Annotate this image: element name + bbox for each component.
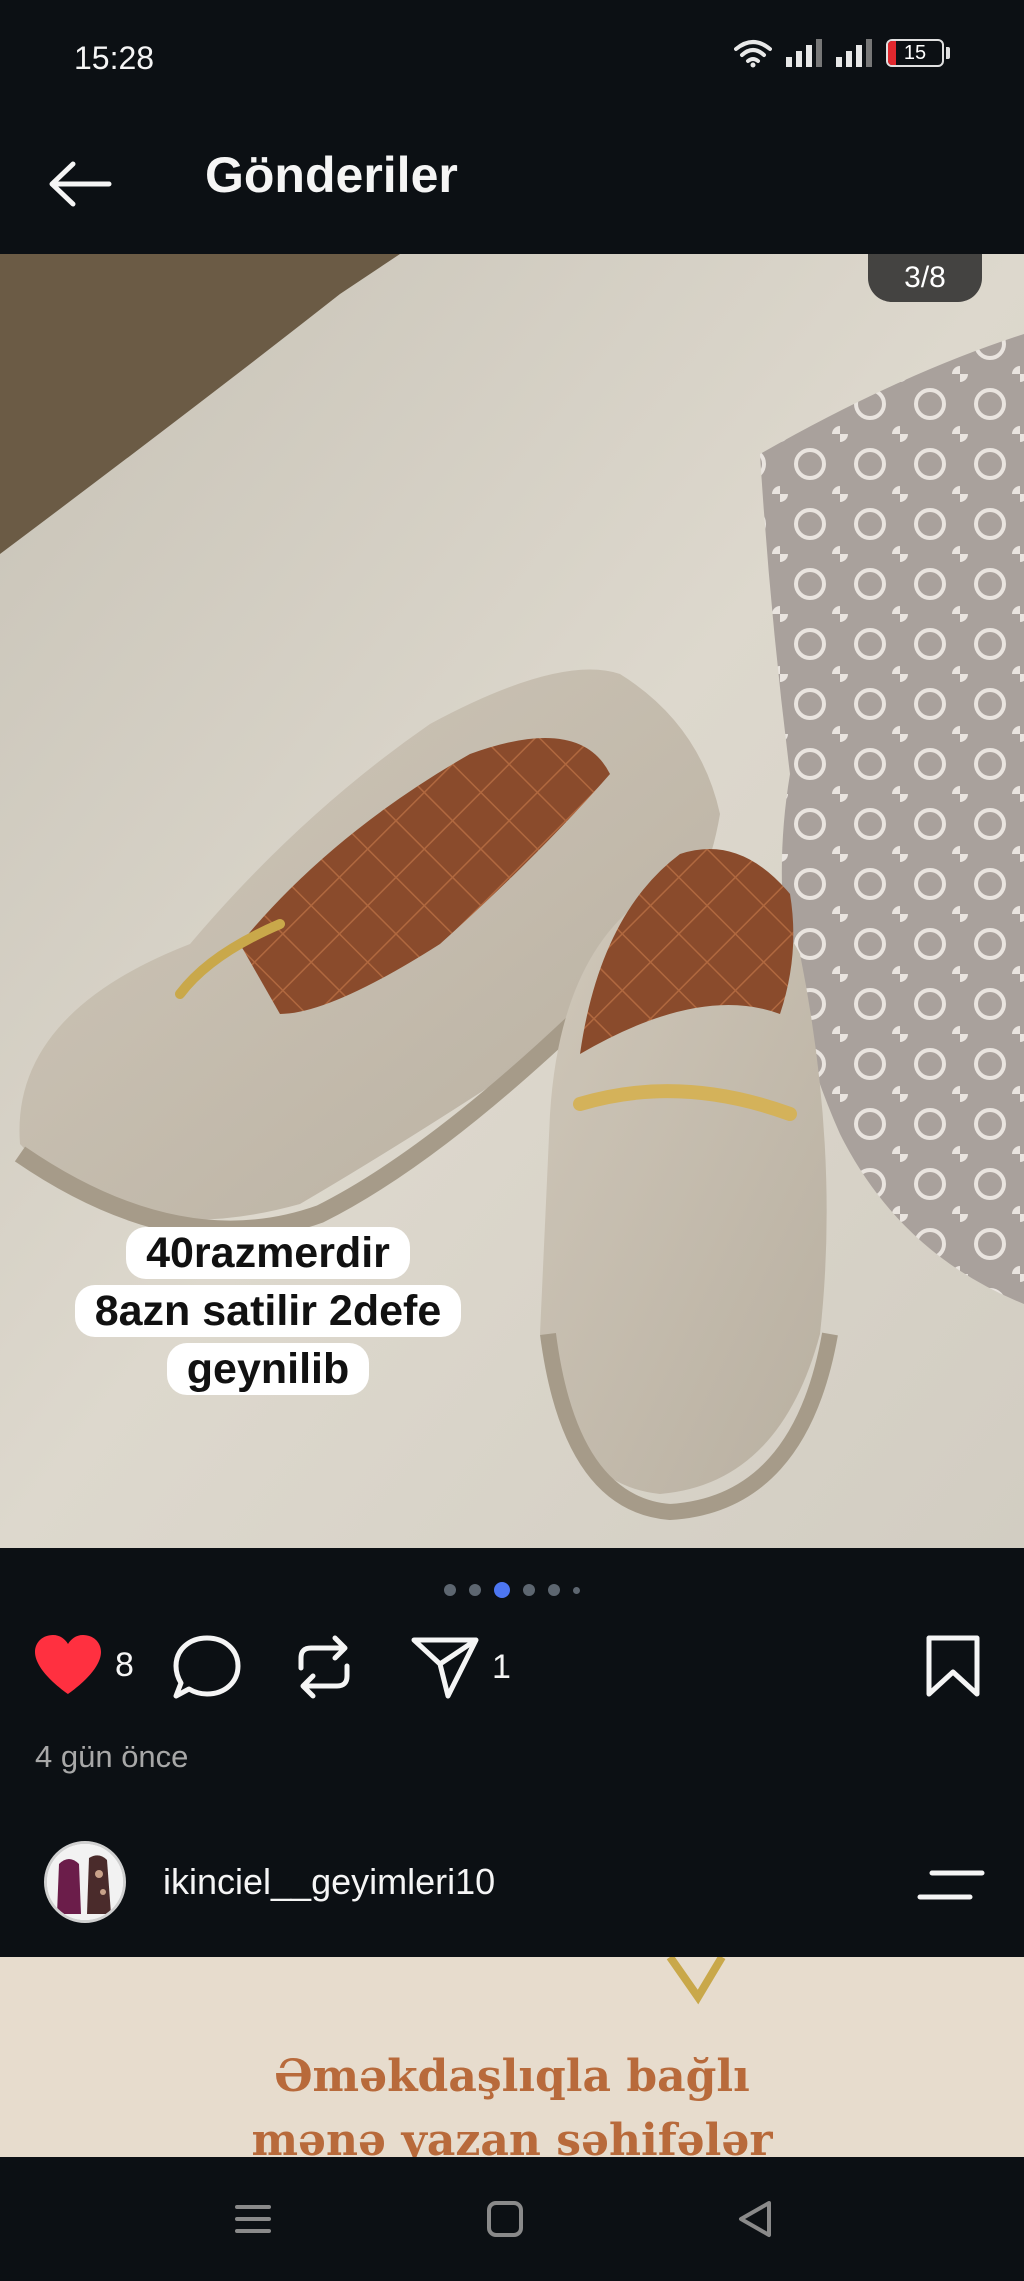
heart-icon — [35, 1635, 101, 1694]
save-button[interactable] — [925, 1634, 981, 1698]
battery-icon: 15 — [886, 39, 950, 67]
share-count: 1 — [492, 1647, 511, 1686]
top-app-bar: Gönderiler — [0, 118, 1024, 254]
triangle-back-icon — [739, 2201, 771, 2237]
carousel-dot — [548, 1584, 560, 1596]
signal-icon — [786, 39, 822, 67]
home-button[interactable] — [470, 2191, 540, 2247]
system-nav-bar — [0, 2157, 1024, 2281]
avatar-image — [47, 1844, 123, 1920]
next-post-preview[interactable]: Əməkdaşlıqla bağlı mənə yazan səhifələr — [0, 1957, 1024, 2157]
repost-button[interactable] — [293, 1634, 355, 1700]
next-post-text: Əməkdaşlıqla bağlı mənə yazan səhifələr — [0, 2045, 1024, 2157]
menu-icon — [917, 1870, 985, 1900]
send-icon — [411, 1637, 479, 1699]
wifi-icon — [734, 40, 772, 68]
arrow-left-icon — [49, 161, 112, 207]
comment-icon — [173, 1635, 241, 1699]
next-post-line: mənə yazan səhifələr — [251, 2115, 773, 2157]
carousel-dot — [469, 1584, 481, 1596]
back-button[interactable] — [40, 144, 120, 224]
carousel-dot — [444, 1584, 456, 1596]
post-actions: 8 1 — [0, 1624, 1024, 1714]
caption-line: geynilib — [166, 1343, 370, 1395]
next-post-line: Əməkdaşlıqla bağlı — [274, 2051, 750, 2102]
status-icons: 15 — [734, 38, 950, 68]
like-button[interactable]: 8 — [33, 1634, 134, 1696]
account-row: ikinciel__geyimleri10 — [0, 1835, 1024, 1933]
carousel-dot — [494, 1582, 510, 1598]
username[interactable]: ikinciel__geyimleri10 — [163, 1861, 495, 1903]
avatar[interactable] — [44, 1841, 126, 1923]
page-title: Gönderiler — [205, 147, 458, 203]
recents-button[interactable] — [218, 2191, 288, 2247]
carousel-dots — [0, 1582, 1024, 1598]
repost-icon — [298, 1635, 350, 1699]
post-timestamp: 4 gün önce — [35, 1739, 189, 1774]
signal-icon — [836, 39, 872, 67]
caption-line: 8azn satilir 2defe — [74, 1285, 462, 1337]
post-carousel[interactable]: 3/8 40razmerdir 8azn satilir 2defe geyni… — [0, 254, 1024, 1548]
recents-icon — [235, 2205, 271, 2233]
carousel-dot — [523, 1584, 535, 1596]
home-icon — [487, 2201, 523, 2237]
like-count: 8 — [115, 1645, 134, 1684]
back-nav-button[interactable] — [720, 2191, 790, 2247]
share-button[interactable]: 1 — [410, 1634, 511, 1700]
image-counter-badge: 3/8 — [868, 254, 982, 302]
status-time: 15:28 — [74, 40, 155, 76]
bookmark-icon — [926, 1635, 980, 1697]
post-caption-overlay: 40razmerdir 8azn satilir 2defe geynilib — [18, 1224, 518, 1398]
battery-level: 15 — [903, 42, 927, 64]
carousel-dot — [573, 1586, 580, 1594]
menu-button[interactable] — [910, 1855, 990, 1915]
next-post-ornament — [666, 1957, 726, 2005]
caption-line: 40razmerdir — [126, 1227, 410, 1279]
status-bar: 15:28 15 — [0, 0, 1024, 118]
comment-button[interactable] — [172, 1634, 242, 1700]
